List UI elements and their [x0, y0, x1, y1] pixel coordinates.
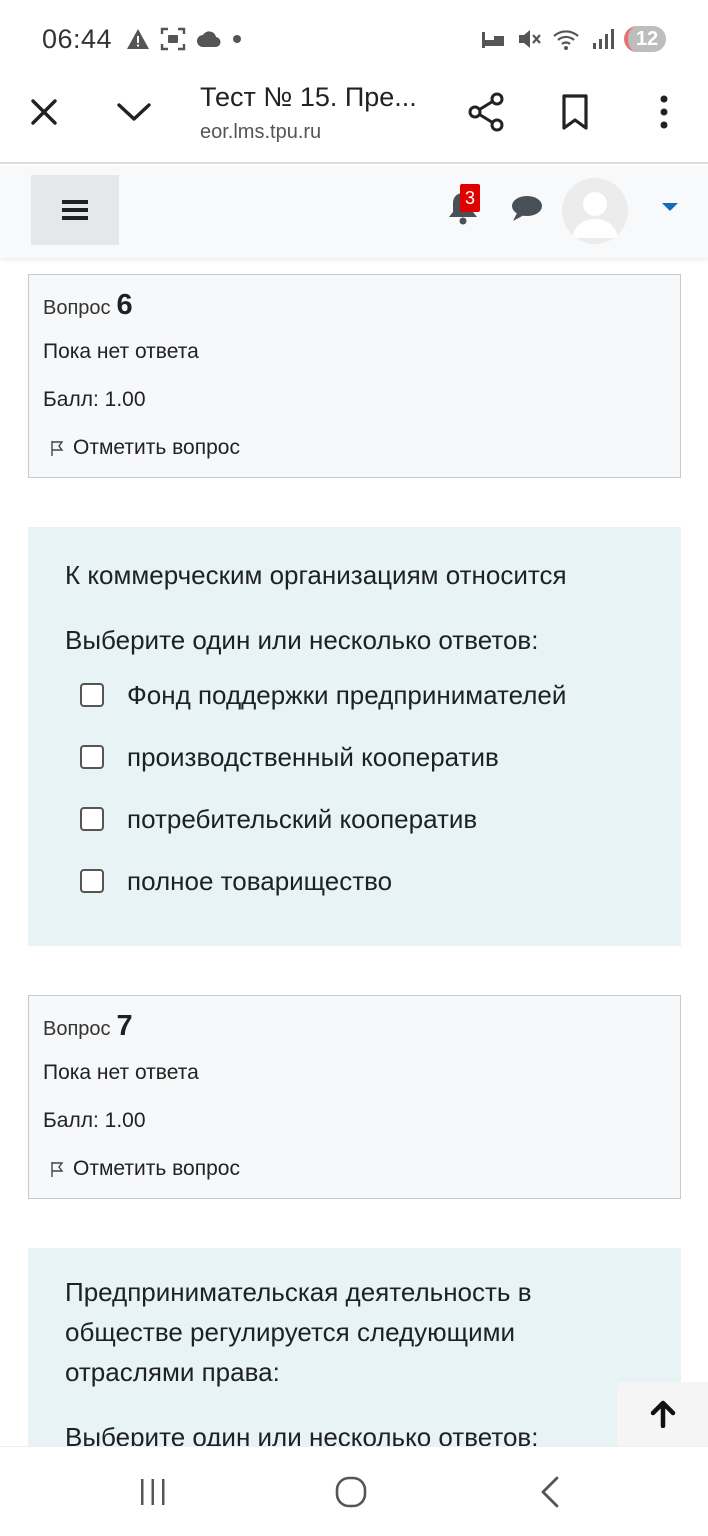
- answer-prompt: Выберите один или несколько ответов:: [65, 625, 539, 655]
- signal-icon: [593, 29, 614, 49]
- wifi-icon: [553, 30, 579, 50]
- answer-checkbox[interactable]: [80, 807, 104, 831]
- question-label: Вопрос: [43, 297, 111, 319]
- back-button[interactable]: [530, 1475, 570, 1509]
- answer-label: потребительский кооператив: [127, 803, 478, 834]
- question-number: 6: [116, 289, 133, 321]
- question-state: Пока нет ответа: [43, 340, 199, 363]
- status-left-icons: [126, 27, 242, 51]
- flag-icon: [51, 441, 64, 456]
- hamburger-icon: [62, 200, 88, 220]
- share-icon: [468, 92, 504, 132]
- notification-count-badge: 3: [460, 184, 480, 212]
- question-text: Предпринимательская деятельность в общес…: [65, 1277, 532, 1387]
- home-icon: [335, 1476, 367, 1508]
- chevron-down-icon: [117, 103, 151, 121]
- chat-icon: [512, 196, 542, 221]
- question-heading: Вопрос 7: [43, 1010, 666, 1043]
- flag-question-link[interactable]: Отметить вопрос: [43, 1157, 666, 1181]
- question-state: Пока нет ответа: [43, 1061, 199, 1084]
- question-label: Вопрос: [43, 1018, 111, 1040]
- browser-header: Тест № 15. Пре... eor.lms.tpu.ru: [0, 78, 708, 164]
- browser-title-block: Тест № 15. Пре... eor.lms.tpu.ru: [200, 82, 440, 144]
- question-number: 7: [116, 1010, 133, 1042]
- browser-title: Тест № 15. Пре...: [200, 82, 417, 112]
- status-bar: 06:44 12: [0, 0, 708, 78]
- question-info-7: Вопрос 7 Пока нет ответа Балл: 1.00 Отме…: [28, 995, 681, 1199]
- browser-url: eor.lms.tpu.ru: [200, 121, 322, 143]
- flag-question-label: Отметить вопрос: [73, 1157, 240, 1180]
- question-formulation-6: К коммерческим организациям относится Вы…: [28, 527, 681, 946]
- system-navigation-bar: [0, 1446, 708, 1536]
- page: 06:44 12 Тест № 15. Пре... eor.lms.tpu.r…: [0, 0, 708, 1536]
- answer-checkbox[interactable]: [80, 683, 104, 707]
- main-menu-button[interactable]: [31, 175, 119, 245]
- messages-button[interactable]: [510, 194, 544, 227]
- sleep-icon: [482, 32, 504, 48]
- question-grade: Балл: 1.00: [43, 1109, 146, 1132]
- flag-question-link[interactable]: Отметить вопрос: [43, 436, 666, 460]
- share-button[interactable]: [464, 90, 508, 134]
- answer-list: Фонд поддержки предпринимателей производ…: [65, 664, 644, 912]
- close-button[interactable]: [22, 90, 66, 134]
- minimize-button[interactable]: [112, 90, 156, 134]
- answer-checkbox[interactable]: [80, 869, 104, 893]
- warning-icon: [127, 29, 150, 49]
- user-icon: [572, 192, 618, 238]
- answer-option[interactable]: производственный кооператив: [65, 726, 644, 788]
- recent-apps-icon: [141, 1479, 165, 1505]
- bookmark-button[interactable]: [553, 90, 597, 134]
- home-button[interactable]: [331, 1475, 371, 1509]
- arrow-up-icon: [650, 1400, 675, 1428]
- back-icon: [541, 1476, 559, 1508]
- answer-checkbox[interactable]: [80, 745, 104, 769]
- mute-icon: [519, 30, 541, 48]
- question-text: К коммерческим организациям относится: [65, 560, 567, 590]
- answer-label: производственный кооператив: [127, 741, 499, 772]
- flag-question-label: Отметить вопрос: [73, 436, 240, 459]
- answer-label: полное товарищество: [127, 865, 393, 896]
- answer-option[interactable]: Фонд поддержки предпринимателей: [65, 664, 644, 726]
- close-icon: [31, 99, 57, 125]
- back-to-top-button[interactable]: [617, 1382, 708, 1446]
- answer-label: Фонд поддержки предпринимателей: [127, 679, 567, 710]
- cloud-icon: [197, 31, 221, 48]
- more-vertical-icon: [660, 95, 668, 129]
- question-info-6: Вопрос 6 Пока нет ответа Балл: 1.00 Отме…: [28, 274, 681, 478]
- status-right-icons: 12: [480, 26, 666, 52]
- recent-apps-button[interactable]: [133, 1475, 173, 1509]
- screenshot-icon: [160, 27, 186, 51]
- status-time: 06:44: [42, 23, 113, 54]
- more-options-button[interactable]: [642, 90, 686, 134]
- dot-icon: [233, 35, 242, 43]
- question-grade: Балл: 1.00: [43, 388, 146, 411]
- question-heading: Вопрос 6: [43, 289, 666, 322]
- answer-option[interactable]: полное товарищество: [65, 850, 644, 912]
- flag-icon: [51, 1162, 64, 1177]
- user-menu-caret-icon[interactable]: [662, 203, 678, 211]
- answer-option[interactable]: потребительский кооператив: [65, 788, 644, 850]
- battery-indicator: 12: [624, 26, 666, 52]
- bookmark-icon: [562, 94, 588, 130]
- site-navbar: [0, 166, 708, 258]
- user-avatar[interactable]: [562, 178, 628, 244]
